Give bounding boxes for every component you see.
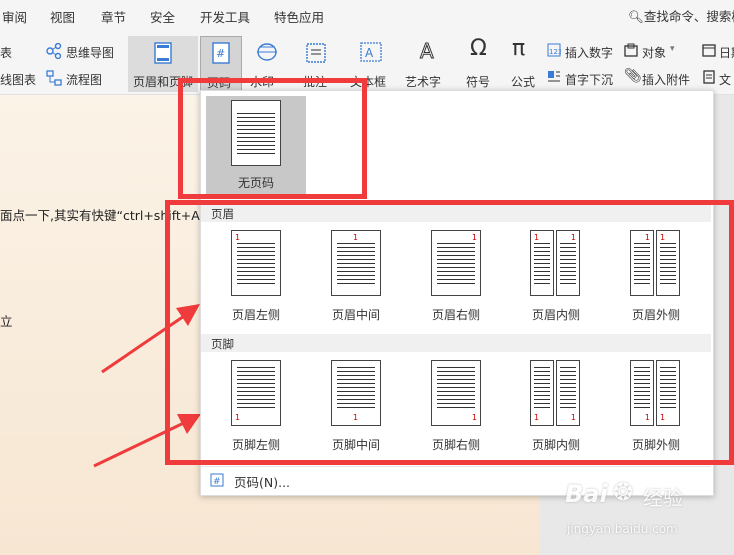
comment-icon (306, 43, 326, 63)
attachment-button[interactable]: 插入附件 (642, 71, 690, 88)
object-button[interactable]: 对象 (642, 44, 666, 61)
baidu-watermark: Bai ❂ 经验 jingyan.baidu.com (565, 478, 730, 548)
search-box[interactable]: 🔍︎查找命令、搜索模 (628, 6, 734, 25)
flowchart-icon (46, 70, 62, 86)
paperclip-icon: 📎︎ (624, 68, 642, 84)
doc-part-icon (703, 70, 715, 84)
svg-text:#: # (213, 477, 221, 487)
baidu-brand-text: Bai (565, 480, 608, 508)
page-number-icon: # (212, 42, 230, 64)
menu-view[interactable]: 视图 (50, 7, 75, 26)
svg-text:#: # (216, 47, 225, 60)
svg-text:A: A (420, 40, 434, 62)
search-icon: 🔍︎ (628, 9, 644, 24)
arttext-icon: A (420, 40, 435, 62)
ribbon: 表 线图表 思维导图 流程图 页眉和页脚 # 页码 水印 批注 A 文本框 A (0, 30, 734, 95)
menu-features[interactable]: 特色应用 (274, 7, 324, 26)
baidu-url-text: jingyan.baidu.com (567, 522, 678, 536)
textbox-icon: A (360, 42, 382, 62)
date-button[interactable]: 日期 (719, 44, 734, 61)
drop-cap-button[interactable]: 首字下沉 (565, 71, 613, 88)
annotation-box-options (165, 200, 734, 465)
arttext-button[interactable]: 艺术字 (405, 73, 441, 90)
formula-button[interactable]: 公式 (511, 73, 535, 90)
omega-icon: Ω (470, 36, 487, 61)
baidu-jingyan-text: 经验 (643, 486, 683, 510)
chart-button[interactable]: 表 (0, 44, 12, 61)
insert-number-button[interactable]: 插入数字 (565, 44, 613, 61)
baidu-paw-icon: ❂ (613, 478, 634, 506)
doc-line-2: 立 (0, 314, 13, 329)
symbol-button[interactable]: 符号 (466, 73, 490, 90)
object-dropdown-icon[interactable]: ▾ (670, 44, 675, 54)
menu-chapter[interactable]: 章节 (101, 7, 126, 26)
menu-developer[interactable]: 开发工具 (200, 7, 250, 26)
flowchart-button[interactable]: 流程图 (66, 71, 102, 88)
svg-text:123: 123 (549, 48, 561, 56)
page-number-settings-label: 页码(N)... (234, 475, 291, 490)
search-text: 查找命令、搜索模 (643, 9, 734, 24)
annotation-box-no-page-number (178, 78, 367, 199)
mindmap-icon (46, 43, 62, 59)
doc-part-button[interactable]: 文 (719, 71, 731, 88)
line-chart-button[interactable]: 线图表 (0, 71, 36, 88)
watermark-icon (257, 43, 277, 61)
dropdown-divider (201, 466, 711, 467)
object-icon (624, 43, 638, 57)
header-footer-icon (154, 42, 172, 64)
pi-icon: π (512, 36, 526, 61)
menu-review[interactable]: 审阅 (2, 7, 27, 26)
dropcap-icon (548, 71, 560, 82)
calendar-icon (702, 44, 716, 57)
menubar: 审阅 视图 章节 安全 开发工具 特色应用 🔍︎查找命令、搜索模 (0, 0, 734, 30)
menu-security[interactable]: 安全 (150, 7, 175, 26)
number-icon: 123 (547, 43, 561, 57)
page-number-small-icon: # (210, 473, 224, 487)
svg-text:A: A (365, 46, 374, 60)
mindmap-button[interactable]: 思维导图 (66, 44, 114, 61)
